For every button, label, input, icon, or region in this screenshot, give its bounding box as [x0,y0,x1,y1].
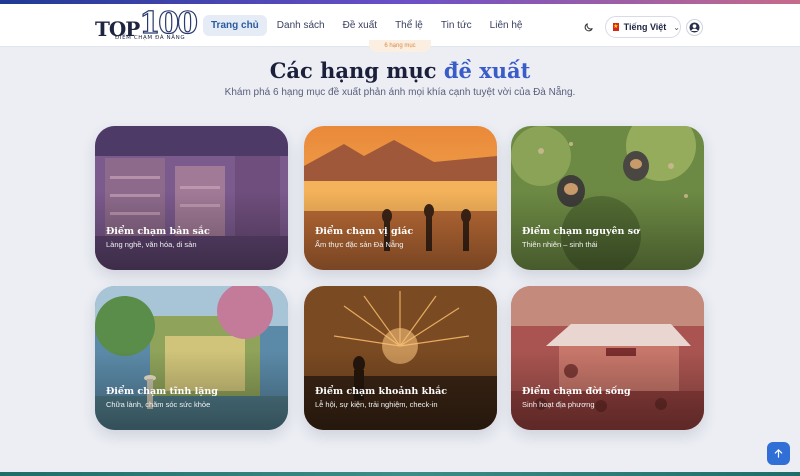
category-title: Điểm chạm vị giác [315,226,414,237]
section-title: Các hạng mục đề xuất [0,58,800,83]
user-account-button[interactable] [686,19,703,36]
nav-contact[interactable]: Liên hệ [482,15,531,36]
user-icon [689,22,700,33]
nav-home[interactable]: Trang chủ [203,15,267,36]
bottom-accent-bar [0,472,800,476]
logo[interactable]: TOP 100 ĐIỂM CHẠM ĐÀ NẴNG [95,8,199,45]
category-card-nguyen-so[interactable]: Điểm chạm nguyên sơ Thiên nhiên – sinh t… [511,126,704,270]
nav-list[interactable]: Danh sách [269,15,333,36]
category-title: Điểm chạm bản sắc [106,226,210,237]
category-card-ban-sac[interactable]: Điểm chạm bản sắc Làng nghề, văn hóa, di… [95,126,288,270]
nav-news[interactable]: Tin tức [433,15,480,36]
category-desc: Sinh hoạt địa phương [522,400,595,409]
nav-proposals[interactable]: Đề xuất [335,15,385,36]
language-label: Tiếng Việt [623,22,667,32]
category-desc: Lễ hội, sự kiện, trải nghiệm, check-in [315,400,438,409]
nav-rules[interactable]: Thể lệ [387,15,431,36]
section-eyebrow-badge: 6 hạng mục [369,40,431,52]
category-card-tinh-lang[interactable]: Điểm chạm tĩnh lặng Chữa lành, chăm sóc … [95,286,288,430]
logo-tagline: ĐIỂM CHẠM ĐÀ NẴNG [115,35,186,41]
category-card-vi-giac[interactable]: Điểm chạm vị giác Ẩm thực đặc sản Đà Nẵn… [304,126,497,270]
category-desc: Chữa lành, chăm sóc sức khỏe [106,400,211,409]
category-title: Điểm chạm đời sống [522,386,631,397]
vietnam-flag-icon: ★ [613,23,619,31]
language-select[interactable]: ★ Tiếng Việt ⌄ [605,16,681,38]
section-title-main: Các hạng mục [269,58,444,83]
section-title-accent: đề xuất [443,58,531,83]
chevron-down-icon: ⌄ [673,22,680,32]
category-desc: Thiên nhiên – sinh thái [522,240,598,249]
category-title: Điểm chạm tĩnh lặng [106,386,218,397]
theme-toggle-button[interactable] [580,19,596,35]
category-card-doi-song[interactable]: Điểm chạm đời sống Sinh hoạt địa phương [511,286,704,430]
moon-icon [584,22,593,31]
back-to-top-button[interactable] [767,442,790,465]
category-desc: Ẩm thực đặc sản Đà Nẵng [315,240,404,249]
category-title: Điểm chạm khoảnh khắc [315,386,448,397]
category-card-khoanh-khac[interactable]: Điểm chạm khoảnh khắc Lễ hội, sự kiện, t… [304,286,497,430]
category-desc: Làng nghề, văn hóa, di sản [106,240,197,249]
category-title: Điểm chạm nguyên sơ [522,226,640,237]
arrow-up-icon [774,449,783,458]
section-subtitle: Khám phá 6 hạng mục đề xuất phản ánh mọi… [224,87,576,98]
main-nav: Trang chủ Danh sách Đề xuất Thể lệ Tin t… [203,15,532,36]
